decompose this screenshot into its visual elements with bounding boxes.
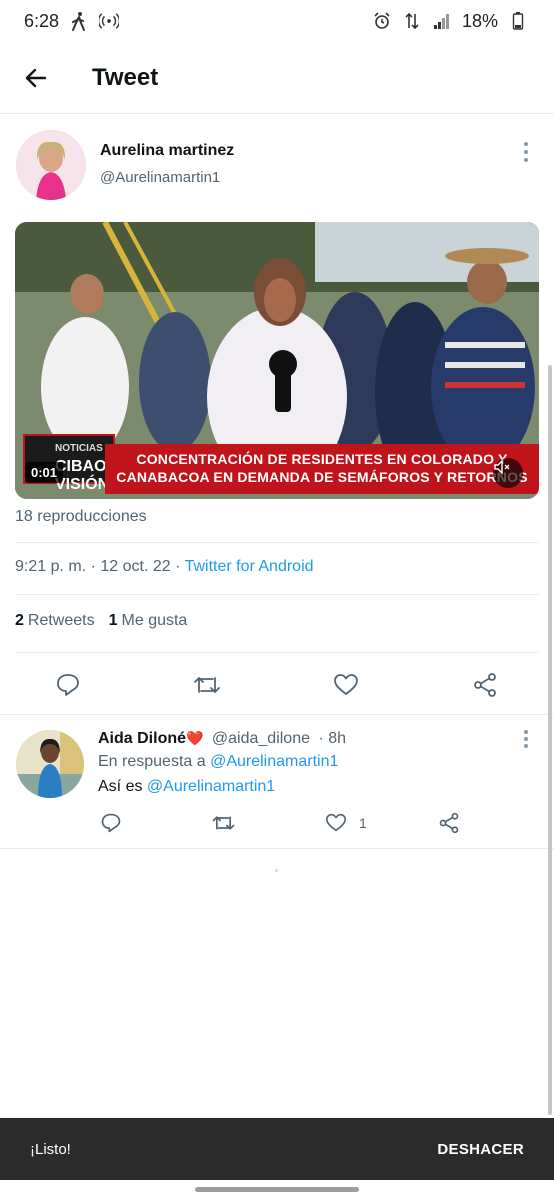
reply-header: Aida Diloné❤️ @aida_dilone · 8h — [98, 730, 346, 748]
top-app-bar: Tweet — [0, 42, 554, 114]
status-bar: 6:28 18% — [0, 0, 554, 42]
reply-text: Así es @Aurelinamartin1 — [98, 778, 276, 795]
retweet-button[interactable] — [192, 670, 222, 700]
heart-emoji: ❤️ — [186, 730, 204, 746]
more-dot — [524, 744, 528, 748]
in-reply-to: En respuesta a @Aurelinamartin1 — [98, 753, 339, 770]
reply-icon — [57, 674, 79, 696]
battery-percent: 18% — [461, 10, 498, 31]
undo-button[interactable]: DESHACER — [437, 1141, 524, 1158]
more-dot — [524, 730, 528, 734]
reply-button[interactable] — [53, 670, 83, 700]
like-button[interactable] — [331, 670, 361, 700]
divider — [15, 542, 539, 543]
reply-actions: 1 — [0, 810, 554, 838]
battery-icon — [508, 11, 528, 31]
author-avatar[interactable] — [16, 130, 86, 200]
alarm-icon — [372, 11, 392, 31]
author-handle[interactable]: @Aurelinamartin1 — [100, 169, 220, 186]
signal-icon — [432, 11, 452, 31]
video-time: 0:01 — [25, 462, 64, 483]
likes-stat[interactable]: 1 Me gusta — [109, 612, 188, 630]
hotspot-icon — [99, 11, 120, 31]
tweet-timestamp: 9:21 p. m. · 12 oct. 22 · — [15, 558, 185, 575]
data-arrows-icon — [402, 11, 422, 31]
reply-tweet[interactable]: Aida Diloné❤️ @aida_dilone · 8h En respu… — [0, 716, 554, 848]
author-name[interactable]: Aurelina martinez — [100, 142, 234, 160]
reply-author-name[interactable]: Aida Diloné — [98, 730, 186, 747]
mute-button[interactable] — [493, 458, 523, 488]
heart-icon — [334, 674, 358, 695]
divider — [0, 714, 554, 715]
in-reply-to-mention[interactable]: @Aurelinamartin1 — [210, 753, 338, 770]
reply-reply-button[interactable] — [100, 810, 122, 836]
reply-author-avatar[interactable] — [16, 730, 84, 798]
video-headline: CONCENTRACIÓN DE RESIDENTES EN COLORADO … — [105, 444, 539, 494]
snackbar-message: ¡Listo! — [30, 1140, 71, 1158]
loading-dot — [275, 869, 278, 872]
retweets-stat[interactable]: 2 Retweets — [15, 612, 95, 630]
share-icon — [474, 673, 496, 697]
tweet-author: Aurelina martinez @Aurelinamartin1 — [0, 124, 554, 208]
reply-more-options-button[interactable] — [516, 728, 536, 750]
more-options-button[interactable] — [516, 140, 536, 164]
walking-icon — [69, 11, 89, 31]
tweet-source-link[interactable]: Twitter for Android — [185, 558, 314, 575]
scrollbar[interactable] — [548, 365, 552, 1115]
reply-like-button[interactable]: 1 — [325, 810, 367, 836]
home-gesture-pill[interactable] — [195, 1187, 359, 1192]
tweet-meta: 9:21 p. m. · 12 oct. 22 · Twitter for An… — [15, 558, 314, 576]
more-dot — [524, 158, 528, 162]
reply-retweet-button[interactable] — [211, 810, 236, 836]
share-icon — [439, 812, 459, 834]
view-count: 18 reproducciones — [15, 508, 147, 525]
reply-share-button[interactable] — [438, 810, 460, 836]
reply-age: · 8h — [318, 730, 347, 747]
reply-author-handle[interactable]: @aida_dilone — [212, 730, 310, 747]
status-time: 6:28 — [24, 10, 60, 31]
tweet-actions — [0, 660, 554, 710]
divider — [15, 594, 539, 595]
tweet-stats: 2 Retweets 1 Me gusta — [15, 612, 187, 630]
divider — [0, 848, 554, 849]
more-dot — [524, 142, 528, 146]
heart-icon — [326, 813, 346, 832]
page-title: Tweet — [92, 63, 159, 91]
share-button[interactable] — [470, 670, 500, 700]
retweet-icon — [194, 677, 220, 693]
more-dot — [524, 737, 528, 741]
reply-icon — [101, 813, 121, 833]
speaker-muted-icon — [494, 459, 510, 475]
more-dot — [524, 150, 528, 154]
reply-text-mention[interactable]: @Aurelinamartin1 — [147, 778, 275, 795]
back-arrow-icon — [25, 68, 47, 87]
back-button[interactable] — [14, 56, 58, 100]
divider — [15, 652, 539, 653]
retweet-icon — [212, 816, 235, 830]
reply-like-count: 1 — [359, 815, 367, 831]
snackbar: ¡Listo! DESHACER — [0, 1118, 554, 1180]
tweet-video[interactable]: NOTICIAS CIBAO VISIÓN CONCENTRACIÓN DE R… — [15, 222, 539, 499]
system-navigation-bar — [0, 1180, 554, 1200]
